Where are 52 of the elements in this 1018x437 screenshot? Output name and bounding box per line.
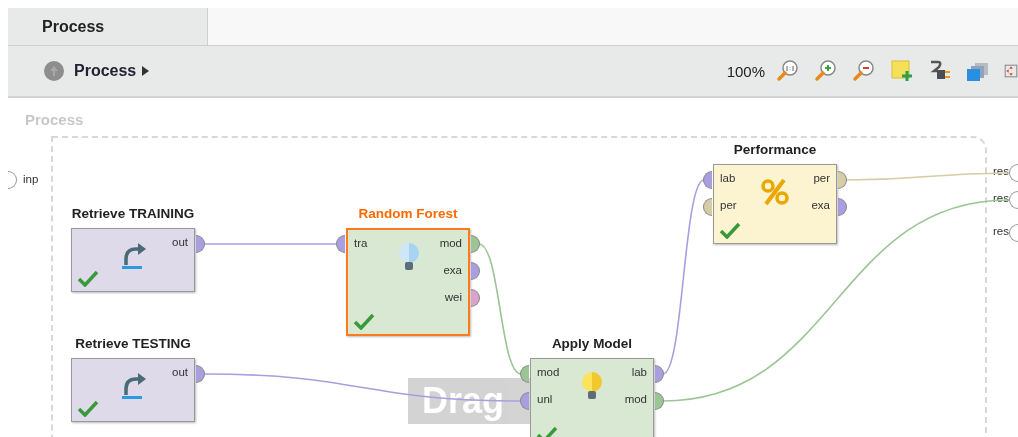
operator-title: Apply Model bbox=[551, 336, 633, 351]
port-label: inp bbox=[23, 173, 39, 185]
port-label: mod bbox=[439, 237, 462, 249]
operator-node[interactable]: out bbox=[71, 228, 195, 292]
zoom-out-icon[interactable] bbox=[852, 59, 876, 83]
port-label: unl bbox=[537, 393, 553, 405]
zoom-in-icon[interactable] bbox=[814, 59, 838, 83]
input-port[interactable] bbox=[336, 235, 345, 253]
port-label: res bbox=[993, 225, 1009, 237]
output-port[interactable] bbox=[838, 198, 847, 216]
output-port[interactable] bbox=[196, 365, 205, 383]
output-port[interactable] bbox=[655, 392, 664, 410]
port-label: out bbox=[172, 366, 188, 378]
operator-title: Performance bbox=[733, 142, 817, 157]
output-port[interactable] bbox=[196, 235, 205, 253]
process-output-port[interactable] bbox=[1009, 224, 1018, 242]
port-label: lab bbox=[631, 366, 647, 378]
operator-node[interactable]: mod unl lab mod bbox=[530, 358, 654, 437]
operator-title: Random Forest bbox=[358, 206, 458, 221]
port-label: lab bbox=[720, 172, 736, 184]
breadcrumb-link[interactable]: Process bbox=[74, 62, 137, 80]
caret-icon[interactable] bbox=[142, 66, 150, 76]
operator-title: Retrieve TESTING bbox=[75, 336, 191, 351]
port-label: tra bbox=[354, 237, 368, 249]
process-output-port[interactable] bbox=[1009, 191, 1018, 209]
operator-node[interactable]: lab per per exa bbox=[713, 164, 837, 244]
input-port[interactable] bbox=[703, 198, 712, 216]
operator-node[interactable]: tra mod exa wei bbox=[346, 228, 470, 336]
port-label: mod bbox=[624, 393, 647, 405]
zoom-reset-icon[interactable] bbox=[776, 59, 800, 83]
port-label: per bbox=[720, 199, 737, 211]
zoom-level: 100% bbox=[726, 62, 765, 80]
port-label: wei bbox=[444, 291, 462, 303]
input-port[interactable] bbox=[703, 171, 712, 189]
output-port[interactable] bbox=[471, 262, 480, 280]
port-label: exa bbox=[811, 199, 830, 211]
output-port[interactable] bbox=[471, 289, 480, 307]
operator-title: Retrieve TRAINING bbox=[71, 206, 195, 221]
port-label: mod bbox=[537, 366, 560, 378]
port-label: out bbox=[172, 236, 188, 248]
port-label: per bbox=[813, 172, 830, 184]
output-port[interactable] bbox=[838, 171, 847, 189]
input-port[interactable] bbox=[520, 365, 529, 383]
add-note-icon[interactable] bbox=[890, 59, 914, 83]
output-port[interactable] bbox=[471, 235, 480, 253]
operator-node[interactable]: out bbox=[71, 358, 195, 422]
process-input-port[interactable] bbox=[8, 171, 17, 189]
process-tab[interactable]: Process bbox=[8, 8, 208, 45]
input-port[interactable] bbox=[520, 392, 529, 410]
output-port[interactable] bbox=[655, 365, 664, 383]
process-output-port[interactable] bbox=[1009, 164, 1018, 182]
port-label: exa bbox=[443, 264, 462, 276]
